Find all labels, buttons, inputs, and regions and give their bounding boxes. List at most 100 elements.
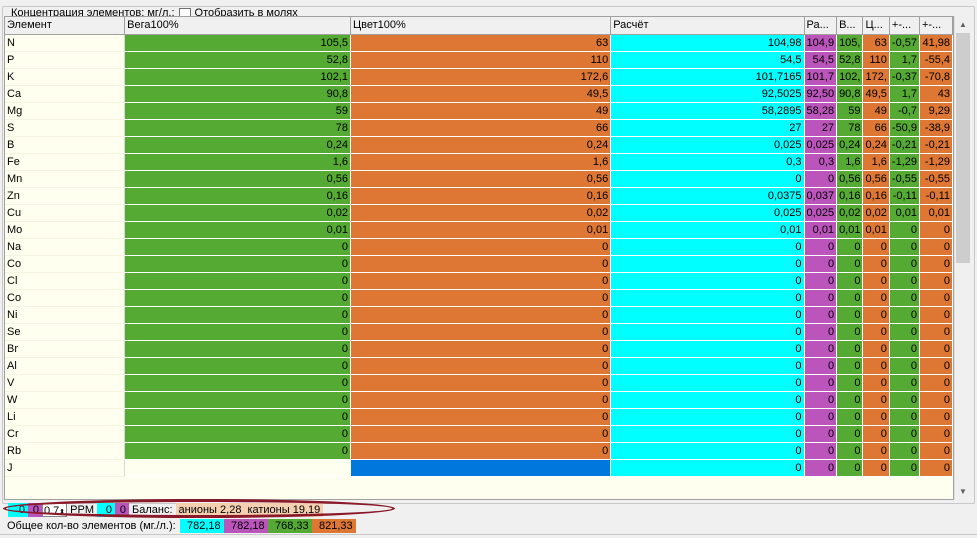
element-name-cell[interactable]: B xyxy=(5,136,126,154)
value-cell[interactable]: 0,025 xyxy=(804,204,838,222)
element-name-cell[interactable]: Mg xyxy=(5,102,126,120)
value-cell[interactable]: 0 xyxy=(610,238,805,256)
value-cell[interactable]: 0 xyxy=(919,442,953,460)
value-cell[interactable]: 0 xyxy=(919,255,953,273)
value-cell[interactable]: 0 xyxy=(804,238,838,256)
value-cell[interactable]: -55,4 xyxy=(919,51,953,69)
value-cell[interactable]: -0,7 xyxy=(889,102,920,120)
column-header-7[interactable]: +-... xyxy=(889,17,920,35)
value-cell[interactable]: 0 xyxy=(124,255,351,273)
value-cell[interactable]: -0,55 xyxy=(889,170,920,188)
value-cell[interactable]: 58,2895 xyxy=(610,102,805,120)
value-cell[interactable]: 0 xyxy=(919,408,953,426)
scroll-thumb[interactable] xyxy=(956,33,970,263)
value-cell[interactable]: 49,5 xyxy=(350,85,612,103)
value-cell[interactable]: 0 xyxy=(889,374,920,392)
value-cell[interactable]: 0 xyxy=(610,255,805,273)
value-cell[interactable]: 0 xyxy=(919,374,953,392)
value-cell[interactable]: 0 xyxy=(804,408,838,426)
value-cell[interactable]: 172, xyxy=(862,68,890,86)
element-name-cell[interactable]: Rb xyxy=(5,442,126,460)
element-name-cell[interactable]: P xyxy=(5,51,126,69)
value-cell[interactable]: 110 xyxy=(350,51,612,69)
value-cell[interactable]: 54,5 xyxy=(804,51,838,69)
value-cell[interactable]: 0 xyxy=(836,306,864,324)
element-name-cell[interactable]: Li xyxy=(5,408,126,426)
value-cell[interactable]: 1,6 xyxy=(862,153,890,171)
value-cell[interactable]: -0,37 xyxy=(889,68,920,86)
value-cell[interactable]: 0,025 xyxy=(610,136,805,154)
value-cell[interactable]: 27 xyxy=(804,119,838,137)
value-cell[interactable]: 0 xyxy=(804,306,838,324)
value-cell[interactable]: 105,5 xyxy=(124,34,351,52)
value-cell[interactable]: 0,3 xyxy=(610,153,805,171)
value-cell[interactable]: 0 xyxy=(610,408,805,426)
value-cell[interactable]: 0 xyxy=(862,306,890,324)
value-cell[interactable]: 0,24 xyxy=(124,136,351,154)
value-cell[interactable]: 0 xyxy=(836,374,864,392)
table-row[interactable]: B 0,24 0,24 0,025 0,025 0,24 0,24 -0,21 -0,21 xyxy=(5,136,953,154)
value-cell[interactable]: 90,8 xyxy=(124,85,351,103)
value-cell[interactable]: 0 xyxy=(610,323,805,341)
element-name-cell[interactable]: Mn xyxy=(5,170,126,188)
value-cell[interactable]: 0 xyxy=(610,425,805,443)
value-cell[interactable] xyxy=(124,459,351,477)
element-name-cell[interactable]: S xyxy=(5,119,126,137)
value-cell[interactable]: 104,98 xyxy=(610,34,805,52)
table-row[interactable]: Al 0 0 0 0 0 0 0 0 xyxy=(5,357,953,375)
value-cell[interactable]: 0 xyxy=(350,374,612,392)
value-cell[interactable]: 0 xyxy=(350,425,612,443)
value-cell[interactable]: 0 xyxy=(889,323,920,341)
value-cell[interactable]: 0 xyxy=(862,289,890,307)
value-cell[interactable]: 0 xyxy=(836,272,864,290)
value-cell[interactable]: 0 xyxy=(804,272,838,290)
value-cell[interactable]: 1,7 xyxy=(889,51,920,69)
value-cell[interactable]: 59 xyxy=(124,102,351,120)
value-cell[interactable]: 66 xyxy=(862,119,890,137)
value-cell[interactable]: 0 xyxy=(350,289,612,307)
value-cell[interactable]: 0,01 xyxy=(919,204,953,222)
element-name-cell[interactable]: Ca xyxy=(5,85,126,103)
value-cell[interactable]: 0 xyxy=(889,408,920,426)
value-cell[interactable]: 0 xyxy=(124,306,351,324)
value-cell[interactable]: 0 xyxy=(804,391,838,409)
value-cell[interactable]: 0 xyxy=(862,374,890,392)
value-cell[interactable]: 0 xyxy=(124,391,351,409)
value-cell[interactable]: 0 xyxy=(836,238,864,256)
value-cell[interactable]: 0,02 xyxy=(124,204,351,222)
value-cell[interactable]: 0 xyxy=(610,272,805,290)
element-name-cell[interactable]: W xyxy=(5,391,126,409)
value-cell[interactable]: 102, xyxy=(836,68,864,86)
value-cell[interactable]: 105, xyxy=(836,34,864,52)
element-name-cell[interactable]: V xyxy=(5,374,126,392)
element-name-cell[interactable]: Na xyxy=(5,238,126,256)
value-cell[interactable]: 0 xyxy=(804,442,838,460)
value-cell[interactable]: 0 xyxy=(804,357,838,375)
value-cell[interactable]: 0 xyxy=(610,459,805,477)
value-cell[interactable]: 0 xyxy=(124,374,351,392)
value-cell[interactable]: 0 xyxy=(862,391,890,409)
value-cell[interactable]: 0 xyxy=(350,272,612,290)
value-cell[interactable]: 0 xyxy=(862,340,890,358)
value-cell[interactable]: 0 xyxy=(919,238,953,256)
value-cell[interactable]: 0 xyxy=(610,374,805,392)
value-cell[interactable]: -0,11 xyxy=(889,187,920,205)
value-cell[interactable]: 1,7 xyxy=(889,85,920,103)
value-cell[interactable]: 0 xyxy=(889,425,920,443)
table-row[interactable]: V00000000 xyxy=(5,374,953,392)
value-cell[interactable]: 0 xyxy=(350,442,612,460)
value-cell[interactable]: 0,16 xyxy=(124,187,351,205)
value-cell[interactable]: 49 xyxy=(350,102,612,120)
value-cell[interactable]: 49,5 xyxy=(862,85,890,103)
element-name-cell[interactable]: Ni xyxy=(5,306,126,324)
element-name-cell[interactable]: Cu xyxy=(5,204,126,222)
value-cell[interactable]: -0,21 xyxy=(889,136,920,154)
column-header-4[interactable]: Ра... xyxy=(804,17,838,35)
value-cell[interactable]: 0,02 xyxy=(350,204,612,222)
value-cell[interactable]: 102,1 xyxy=(124,68,351,86)
table-row[interactable]: Mn 0,56 0,56 0 0 0,56 0,56 -0,55 -0,55 xyxy=(5,170,953,188)
value-cell[interactable]: 59 xyxy=(836,102,864,120)
value-cell[interactable]: 0 xyxy=(124,238,351,256)
scroll-down-icon[interactable]: ▼ xyxy=(955,483,971,500)
element-name-cell[interactable]: Zn xyxy=(5,187,126,205)
